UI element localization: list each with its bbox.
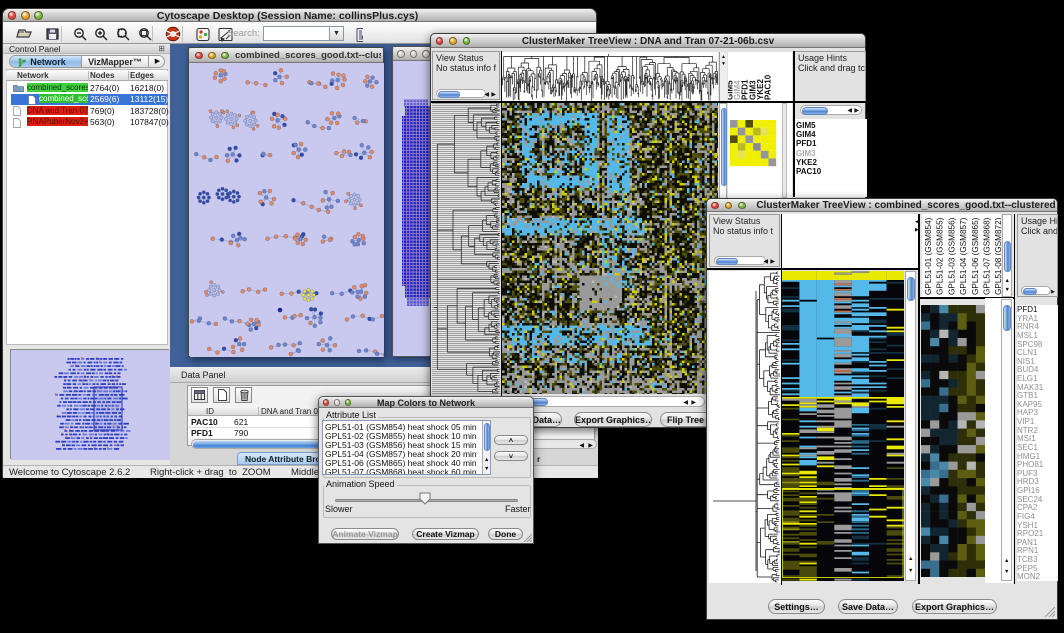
svg-text:GPL51-06 (GSM865): GPL51-06 (GSM865) (971, 217, 980, 295)
svg-text:GPL51-03 (GSM856): GPL51-03 (GSM856) (947, 217, 956, 295)
svg-text:GPL51-08 (GSM872): GPL51-08 (GSM872) (994, 217, 1001, 295)
svg-text:GPL51-04 (GSM857): GPL51-04 (GSM857) (959, 217, 968, 295)
svg-text:GPL51-07 (GSM868): GPL51-07 (GSM868) (983, 217, 992, 295)
svg-text:GPL51-01 (GSM854): GPL51-01 (GSM854) (924, 217, 933, 295)
svg-text:GPL51-02 (GSM855): GPL51-02 (GSM855) (936, 217, 945, 295)
svg-text:PAC10: PAC10 (764, 74, 773, 100)
